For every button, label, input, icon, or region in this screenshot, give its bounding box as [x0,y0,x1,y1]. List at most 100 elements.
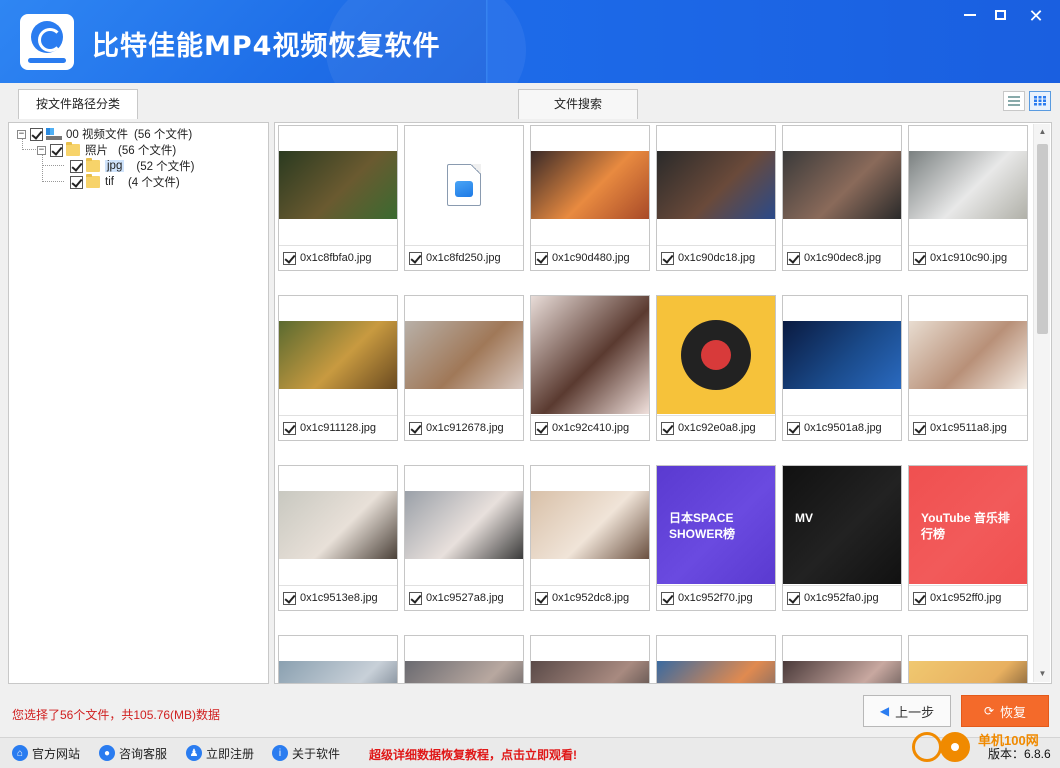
thumbnail-checkbox[interactable] [409,421,422,435]
thumbnail-card[interactable] [782,635,902,683]
tree-tif-checkbox[interactable] [70,175,83,189]
thumbnail-image[interactable] [909,126,1027,244]
thumbnail-card[interactable] [908,635,1028,683]
collapse-icon[interactable]: − [37,145,46,155]
official-site-link[interactable]: ⌂ 官方网站 [12,742,80,764]
maximize-button[interactable] [986,6,1014,26]
thumbnail-card[interactable] [278,635,398,683]
thumbnail-image[interactable] [279,296,397,414]
thumbnail-checkbox[interactable] [787,251,800,265]
tree-tif-count: (4 个文件) [127,177,180,189]
thumbnail-card[interactable]: 0x1c9511a8.jpg [908,295,1028,441]
thumbnail-checkbox[interactable] [661,421,674,435]
thumbnail-image[interactable] [909,296,1027,414]
thumbnail-filename: 0x1c90d480.jpg [552,252,630,264]
thumbnail-image[interactable] [783,636,901,683]
thumbnail-checkbox[interactable] [661,591,674,605]
thumbnail-image[interactable] [657,636,775,683]
register-link[interactable]: ♟ 立即注册 [186,742,254,764]
scrollbar-thumb[interactable] [1037,144,1048,334]
thumbnail-image[interactable] [657,296,775,414]
previous-step-button[interactable]: ◀ 上一步 [863,695,951,727]
tree-photos-checkbox[interactable] [50,143,63,157]
collapse-icon[interactable]: − [17,129,26,139]
thumbnail-card[interactable]: 0x1c9501a8.jpg [782,295,902,441]
tutorial-promo-link[interactable]: 超级详细数据恢复教程，点击立即观看! [369,746,577,763]
scroll-up-icon[interactable]: ▲ [1034,124,1051,140]
grid-view-button[interactable] [1029,91,1051,111]
about-link[interactable]: i 关于软件 [272,742,340,764]
thumbnail-image[interactable]: MV [783,466,901,584]
thumbnail-image[interactable]: YouTube 音乐排行榜 [909,466,1027,584]
thumbnail-checkbox[interactable] [409,591,422,605]
thumbnail-card[interactable]: 0x1c911128.jpg [278,295,398,441]
thumbnail-image[interactable] [405,466,523,584]
thumbnail-card[interactable] [656,635,776,683]
thumbnail-image[interactable] [909,636,1027,683]
thumbnail-checkbox[interactable] [283,591,296,605]
close-button[interactable]: ✕ [1022,6,1050,26]
thumbnail-card[interactable]: 日本SPACE SHOWER榜 0x1c952f70.jpg [656,465,776,611]
tab-by-path[interactable]: 按文件路径分类 [18,89,138,119]
thumbnail-image[interactable] [279,466,397,584]
scroll-down-icon[interactable]: ▼ [1034,666,1051,682]
thumbnail-card[interactable]: 0x1c92e0a8.jpg [656,295,776,441]
thumbnail-checkbox[interactable] [913,591,926,605]
thumbnail-image[interactable] [531,636,649,683]
minimize-button[interactable] [956,6,984,26]
thumbnail-checkbox[interactable] [283,421,296,435]
thumbnail-card[interactable]: MV 0x1c952fa0.jpg [782,465,902,611]
tree-node-jpg[interactable]: jpg (52 个文件) [70,158,195,174]
thumbnail-card[interactable]: 0x1c912678.jpg [404,295,524,441]
vertical-scrollbar[interactable]: ▲ ▼ [1033,124,1050,682]
thumbnail-image[interactable] [531,466,649,584]
thumbnail-image[interactable] [657,126,775,244]
customer-service-link[interactable]: ● 咨询客服 [99,742,167,764]
thumbnail-card[interactable] [530,635,650,683]
tree-root-checkbox[interactable] [30,127,43,141]
chat-icon: ● [99,745,115,761]
thumbnail-checkbox[interactable] [913,251,926,265]
thumbnail-card[interactable]: YouTube 音乐排行榜 0x1c952ff0.jpg [908,465,1028,611]
thumbnail-image[interactable] [405,126,523,244]
thumbnail-overlay-text: 日本SPACE SHOWER榜 [669,511,736,541]
thumbnail-image[interactable]: 日本SPACE SHOWER榜 [657,466,775,584]
thumbnail-card[interactable]: 0x1c952dc8.jpg [530,465,650,611]
caption-divider [657,415,775,416]
thumbnail-checkbox[interactable] [913,421,926,435]
tree-node-photos[interactable]: − 照片 (56 个文件) [37,142,176,158]
thumbnail-checkbox[interactable] [409,251,422,265]
recover-button[interactable]: ⟳ 恢复 [961,695,1049,727]
thumbnail-card[interactable]: 0x1c9527a8.jpg [404,465,524,611]
thumbnail-checkbox[interactable] [787,421,800,435]
thumbnail-checkbox[interactable] [535,591,548,605]
list-view-button[interactable] [1003,91,1025,111]
thumbnail-card[interactable]: 0x1c8fbfa0.jpg [278,125,398,271]
thumbnail-checkbox[interactable] [661,251,674,265]
tree-node-tif[interactable]: tif (4 个文件) [70,174,180,190]
thumbnail-card[interactable] [404,635,524,683]
thumbnail-image[interactable] [405,296,523,414]
thumbnail-card[interactable]: 0x1c90dc18.jpg [656,125,776,271]
tab-file-search[interactable]: 文件搜索 [518,89,638,119]
caption-divider [783,585,901,586]
thumbnail-image[interactable] [783,126,901,244]
thumbnail-image[interactable] [279,126,397,244]
thumbnail-card[interactable]: 0x1c8fd250.jpg [404,125,524,271]
thumbnail-checkbox[interactable] [535,251,548,265]
thumbnail-card[interactable]: 0x1c92c410.jpg [530,295,650,441]
thumbnail-image[interactable] [279,636,397,683]
tree-node-root[interactable]: − 00 视频文件 (56 个文件) [17,126,192,142]
thumbnail-image[interactable] [531,126,649,244]
thumbnail-image[interactable] [405,636,523,683]
thumbnail-card[interactable]: 0x1c90d480.jpg [530,125,650,271]
thumbnail-image[interactable] [531,296,649,414]
thumbnail-checkbox[interactable] [535,421,548,435]
thumbnail-checkbox[interactable] [787,591,800,605]
thumbnail-card[interactable]: 0x1c910c90.jpg [908,125,1028,271]
thumbnail-image[interactable] [783,296,901,414]
thumbnail-checkbox[interactable] [283,251,296,265]
thumbnail-card[interactable]: 0x1c9513e8.jpg [278,465,398,611]
tree-jpg-checkbox[interactable] [70,159,83,173]
thumbnail-card[interactable]: 0x1c90dec8.jpg [782,125,902,271]
